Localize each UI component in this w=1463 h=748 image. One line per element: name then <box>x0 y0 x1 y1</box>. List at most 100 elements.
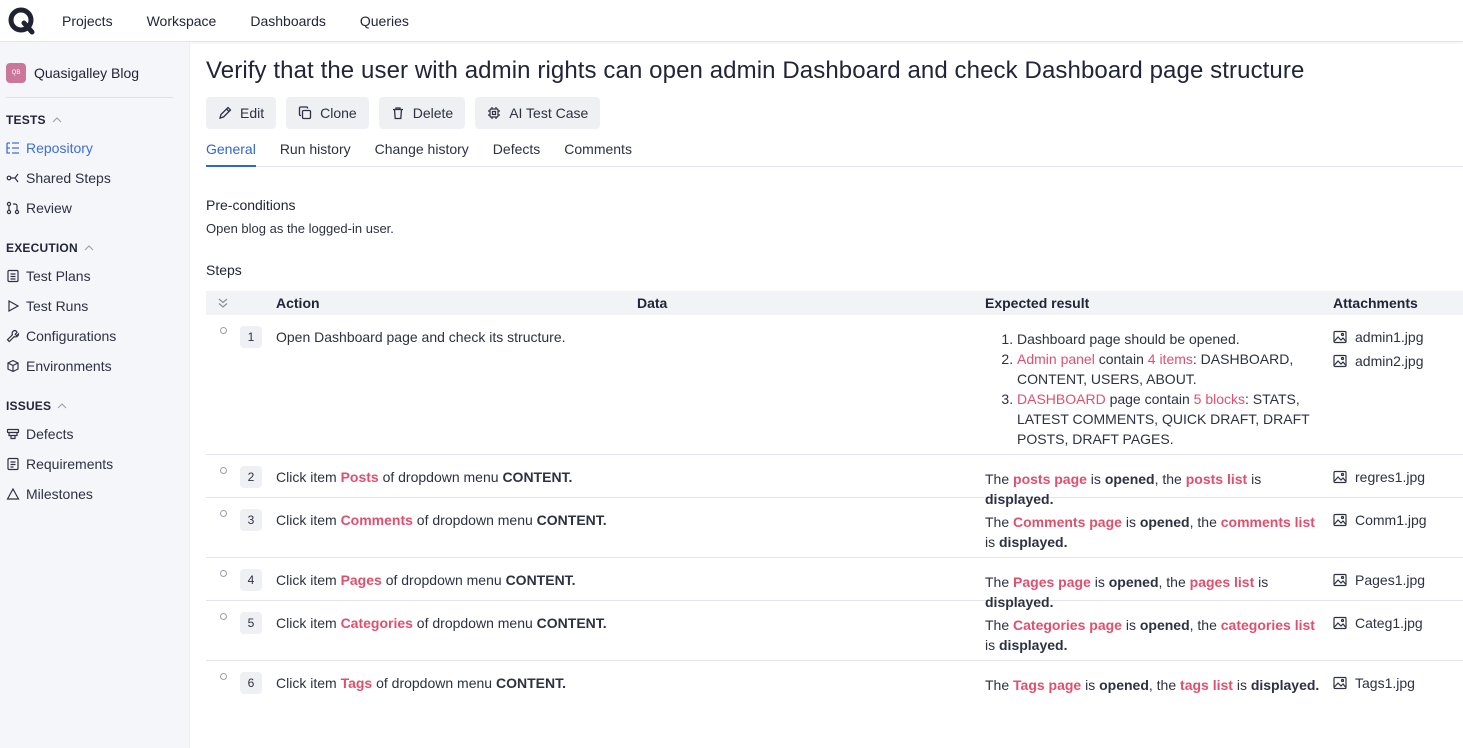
nav-queries[interactable]: Queries <box>360 13 409 29</box>
defects-icon <box>6 427 20 441</box>
pull-request-icon <box>6 201 20 215</box>
row-expand-toggle[interactable] <box>206 455 240 497</box>
image-icon <box>1333 470 1347 484</box>
step-number: 6 <box>240 672 262 694</box>
share-icon <box>6 171 20 185</box>
tab-change-history[interactable]: Change history <box>375 141 469 167</box>
attachment-name: Pages1.jpg <box>1355 572 1426 588</box>
step-attachments: Tags1.jpg <box>1333 661 1463 704</box>
sidebar-item-label: Shared Steps <box>26 170 111 186</box>
attachment-link[interactable]: regres1.jpg <box>1333 465 1463 489</box>
step-number: 2 <box>240 466 262 488</box>
chevrons-collapse-icon <box>218 298 228 308</box>
document-list-icon <box>6 457 20 471</box>
sidebar-item-label: Environments <box>26 358 112 374</box>
preconditions-text: Open blog as the logged-in user. <box>206 221 394 236</box>
ai-test-case-button-label: AI Test Case <box>509 105 589 121</box>
circle-icon <box>219 327 227 334</box>
section-tests[interactable]: TESTS <box>0 110 189 130</box>
section-issues-label: ISSUES <box>6 399 52 413</box>
attachment-name: admin1.jpg <box>1355 329 1424 345</box>
attachment-link[interactable]: Pages1.jpg <box>1333 568 1463 592</box>
attachment-link[interactable]: admin1.jpg <box>1333 325 1463 349</box>
step-data <box>637 455 985 497</box>
action-bar: Edit Clone Delete AI Test Case <box>206 97 1463 129</box>
section-issues[interactable]: ISSUES <box>0 396 189 416</box>
step-data <box>637 315 985 454</box>
step-attachments: Categ1.jpg <box>1333 601 1463 660</box>
tab-comments[interactable]: Comments <box>564 141 632 167</box>
q-logo-icon[interactable] <box>4 3 40 39</box>
step-expected: The Categories page is opened, the categ… <box>985 617 1315 653</box>
wrench-icon <box>6 329 20 343</box>
nav-dashboards[interactable]: Dashboards <box>250 13 326 29</box>
step-data <box>637 498 985 557</box>
header-action: Action <box>276 295 320 311</box>
circle-icon <box>219 467 227 474</box>
sidebar-item-repository[interactable]: Repository <box>0 133 189 163</box>
collapse-all-toggle[interactable] <box>206 297 240 309</box>
sidebar-item-label: Test Runs <box>26 298 89 314</box>
clone-button-label: Clone <box>320 105 357 121</box>
edit-button[interactable]: Edit <box>206 97 277 129</box>
attachment-name: Comm1.jpg <box>1355 512 1427 528</box>
step-attachments: Comm1.jpg <box>1333 498 1463 557</box>
attachment-link[interactable]: Categ1.jpg <box>1333 611 1463 635</box>
main-content: Verify that the user with admin rights c… <box>206 43 1463 704</box>
row-expand-toggle[interactable] <box>206 558 240 600</box>
step-attachments: admin1.jpg admin2.jpg <box>1333 315 1463 454</box>
pencil-icon <box>218 106 232 120</box>
section-execution[interactable]: EXECUTION <box>0 238 189 258</box>
tab-general[interactable]: General <box>206 141 256 167</box>
project-badge: QB <box>6 63 26 83</box>
sidebar-divider <box>6 97 173 98</box>
row-expand-toggle[interactable] <box>206 601 240 660</box>
sidebar-item-milestones[interactable]: Milestones <box>0 479 189 509</box>
clone-button[interactable]: Clone <box>286 97 369 129</box>
attachment-link[interactable]: admin2.jpg <box>1333 349 1463 373</box>
table-row: 1 Open Dashboard page and check its stru… <box>206 315 1463 455</box>
sidebar-item-configurations[interactable]: Configurations <box>0 321 189 351</box>
sidebar-item-review[interactable]: Review <box>0 193 189 223</box>
nav-workspace[interactable]: Workspace <box>147 13 217 29</box>
play-icon <box>6 299 20 313</box>
sidebar-item-test-runs[interactable]: Test Runs <box>0 291 189 321</box>
step-data <box>637 601 985 660</box>
ai-test-case-button[interactable]: AI Test Case <box>475 97 601 129</box>
sidebar-item-label: Review <box>26 200 72 216</box>
row-expand-toggle[interactable] <box>206 315 240 454</box>
sidebar-item-environments[interactable]: Environments <box>0 351 189 381</box>
steps-label: Steps <box>206 262 242 278</box>
list-tree-icon <box>6 141 20 155</box>
sidebar-item-shared-steps[interactable]: Shared Steps <box>0 163 189 193</box>
row-expand-toggle[interactable] <box>206 498 240 557</box>
attachment-name: Categ1.jpg <box>1355 615 1423 631</box>
main-nav: Projects Workspace Dashboards Queries <box>62 13 443 29</box>
sidebar-item-label: Repository <box>26 140 93 156</box>
list-item: Admin panel contain 4 items: DASHBOARD, … <box>1017 349 1327 389</box>
step-action: Click item Posts of dropdown menu CONTEN… <box>276 469 573 485</box>
sidebar-item-label: Requirements <box>26 456 114 472</box>
tab-defects[interactable]: Defects <box>493 141 540 167</box>
sidebar-item-test-plans[interactable]: Test Plans <box>0 261 189 291</box>
step-attachments: Pages1.jpg <box>1333 558 1463 600</box>
attachment-link[interactable]: Comm1.jpg <box>1333 508 1463 532</box>
sidebar-item-requirements[interactable]: Requirements <box>0 449 189 479</box>
attachment-name: Tags1.jpg <box>1355 675 1415 691</box>
image-icon <box>1333 616 1347 630</box>
step-number: 1 <box>240 326 262 348</box>
step-action: Click item Pages of dropdown menu CONTEN… <box>276 572 576 588</box>
steps-table: Action Data Expected result Attachments … <box>206 291 1463 704</box>
section-execution-label: EXECUTION <box>6 241 78 255</box>
nav-projects[interactable]: Projects <box>62 13 113 29</box>
sidebar-item-defects[interactable]: Defects <box>0 419 189 449</box>
delete-button[interactable]: Delete <box>378 97 466 129</box>
project-selector[interactable]: QB Quasigalley Blog <box>0 43 189 83</box>
row-expand-toggle[interactable] <box>206 661 240 704</box>
tab-bar: General Run history Change history Defec… <box>206 141 1463 167</box>
tab-run-history[interactable]: Run history <box>280 141 351 167</box>
table-row: 5 Click item Categories of dropdown menu … <box>206 601 1463 661</box>
attachment-link[interactable]: Tags1.jpg <box>1333 671 1463 695</box>
attachment-name: admin2.jpg <box>1355 353 1424 369</box>
copy-icon <box>298 106 312 120</box>
